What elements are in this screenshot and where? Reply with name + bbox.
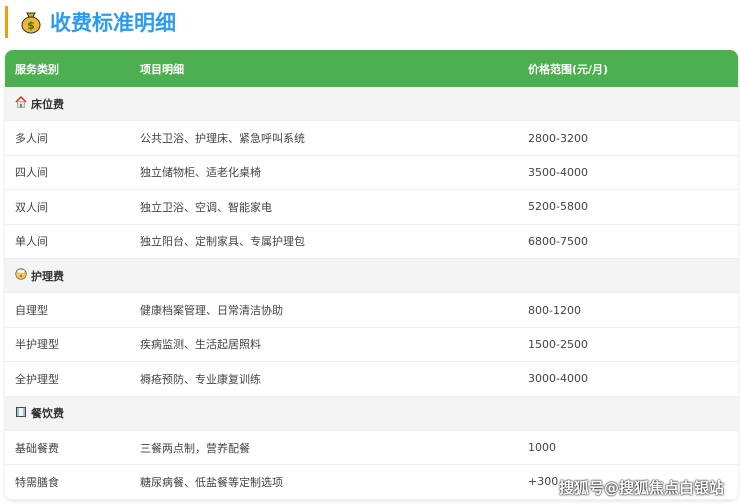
money-bag-icon: $ bbox=[21, 12, 41, 34]
table-header: 服务类别 项目明细 价格范围(元/月) bbox=[5, 50, 738, 87]
table-row: 多人间 公共卫浴、护理床、紧急呼叫系统 2800-3200 bbox=[5, 121, 738, 156]
table-row: 基础餐费 三餐两点制，营养配餐 1000 bbox=[5, 431, 738, 466]
item-detail: 褥疮预防、专业康复训练 bbox=[140, 372, 261, 386]
price-range: 5200-5800 bbox=[528, 200, 588, 214]
item-detail: 三餐两点制，营养配餐 bbox=[140, 441, 250, 455]
price-range: 800-1200 bbox=[528, 303, 581, 317]
table-row: 全护理型 褥疮预防、专业康复训练 3000-4000 bbox=[5, 362, 738, 397]
price-range: 1500-2500 bbox=[528, 337, 588, 351]
meal-icon bbox=[15, 406, 27, 421]
service-type: 半护理型 bbox=[15, 338, 59, 352]
service-type: 特需膳食 bbox=[15, 475, 59, 489]
page-title: 收费标准明细 bbox=[50, 11, 176, 35]
service-type: 基础餐费 bbox=[15, 441, 59, 455]
item-detail: 糖尿病餐、低盐餐等定制选项 bbox=[140, 475, 283, 489]
price-range: 6800-7500 bbox=[528, 234, 588, 248]
header-price: 价格范围(元/月) bbox=[528, 62, 609, 76]
table-row: 单人间 独立阳台、定制家具、专属护理包 6800-7500 bbox=[5, 225, 738, 259]
category-label: 护理费 bbox=[31, 269, 64, 283]
service-type: 双人间 bbox=[15, 200, 48, 214]
item-detail: 疾病监测、生活起居照料 bbox=[140, 338, 261, 352]
service-type: 多人间 bbox=[15, 132, 48, 146]
service-type: 全护理型 bbox=[15, 372, 59, 386]
item-detail: 健康档案管理、日常清洁协助 bbox=[140, 304, 283, 318]
service-type: 自理型 bbox=[15, 304, 48, 318]
svg-text:$: $ bbox=[27, 19, 35, 32]
item-detail: 独立储物柜、适老化桌椅 bbox=[140, 166, 261, 180]
category-label: 床位费 bbox=[31, 97, 64, 111]
table-row: 双人间 独立卫浴、空调、智能家电 5200-5800 bbox=[5, 190, 738, 225]
nurse-face-icon bbox=[15, 268, 27, 283]
price-range: 3000-4000 bbox=[528, 372, 588, 386]
header-detail: 项目明细 bbox=[140, 62, 184, 76]
fee-table: 服务类别 项目明细 价格范围(元/月) 床位费多人间 公共卫浴、护理床、紧急呼叫系… bbox=[5, 50, 738, 500]
item-detail: 公共卫浴、护理床、紧急呼叫系统 bbox=[140, 132, 305, 146]
table-row: 四人间 独立储物柜、适老化桌椅 3500-4000 bbox=[5, 156, 738, 191]
header-category: 服务类别 bbox=[15, 62, 59, 76]
table-row: 自理型 健康档案管理、日常清洁协助 800-1200 bbox=[5, 293, 738, 328]
house-icon bbox=[15, 96, 27, 111]
service-type: 单人间 bbox=[15, 235, 48, 249]
table-row: 半护理型 疾病监测、生活起居照料 1500-2500 bbox=[5, 328, 738, 363]
item-detail: 独立卫浴、空调、智能家电 bbox=[140, 200, 272, 214]
price-range: 1000 bbox=[528, 441, 556, 455]
category-label: 餐饮费 bbox=[31, 407, 64, 421]
item-detail: 独立阳台、定制家具、专属护理包 bbox=[140, 235, 305, 249]
service-type: 四人间 bbox=[15, 166, 48, 180]
watermark: 搜狐号@搜狐焦点白银站 bbox=[558, 479, 724, 497]
category-row: 餐饮费 bbox=[5, 396, 738, 431]
category-row: 护理费 bbox=[5, 258, 738, 294]
price-range: 3500-4000 bbox=[528, 165, 588, 179]
section-title: $ 收费标准明细 bbox=[5, 6, 176, 38]
price-range: 2800-3200 bbox=[528, 131, 588, 145]
category-row: 床位费 bbox=[5, 87, 738, 122]
